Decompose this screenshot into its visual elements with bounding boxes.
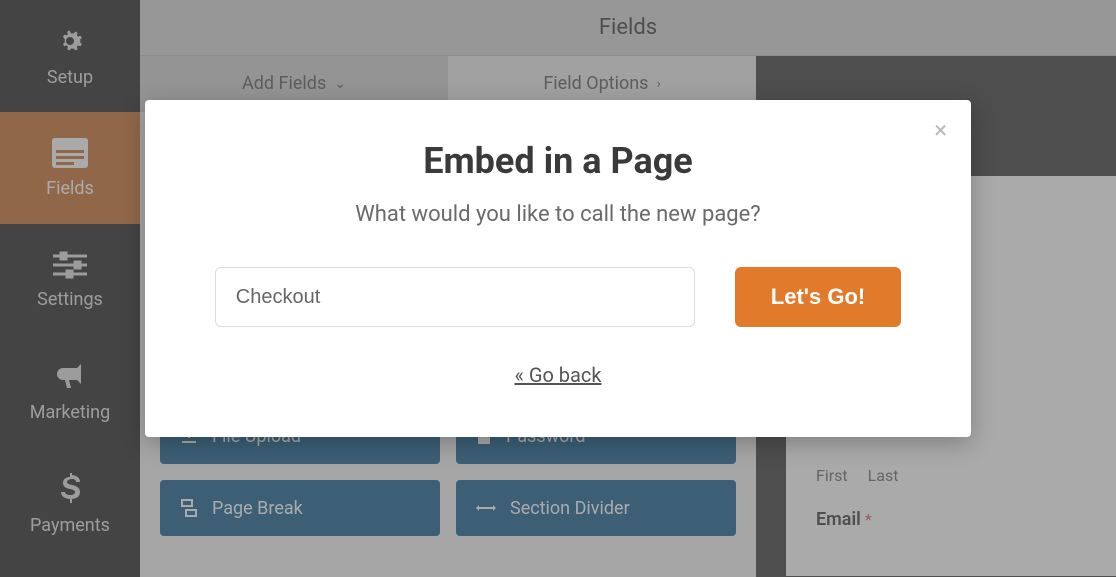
go-back-link[interactable]: « Go back <box>205 363 911 387</box>
modal-form-row: Let's Go! <box>205 267 911 327</box>
close-button[interactable]: × <box>934 118 947 142</box>
page-name-input[interactable] <box>215 267 695 327</box>
lets-go-button[interactable]: Let's Go! <box>735 267 901 327</box>
modal-subtitle: What would you like to call the new page… <box>205 202 911 227</box>
modal-title: Embed in a Page <box>205 140 911 182</box>
modal-overlay[interactable]: × Embed in a Page What would you like to… <box>0 0 1116 577</box>
embed-modal: × Embed in a Page What would you like to… <box>145 100 971 437</box>
